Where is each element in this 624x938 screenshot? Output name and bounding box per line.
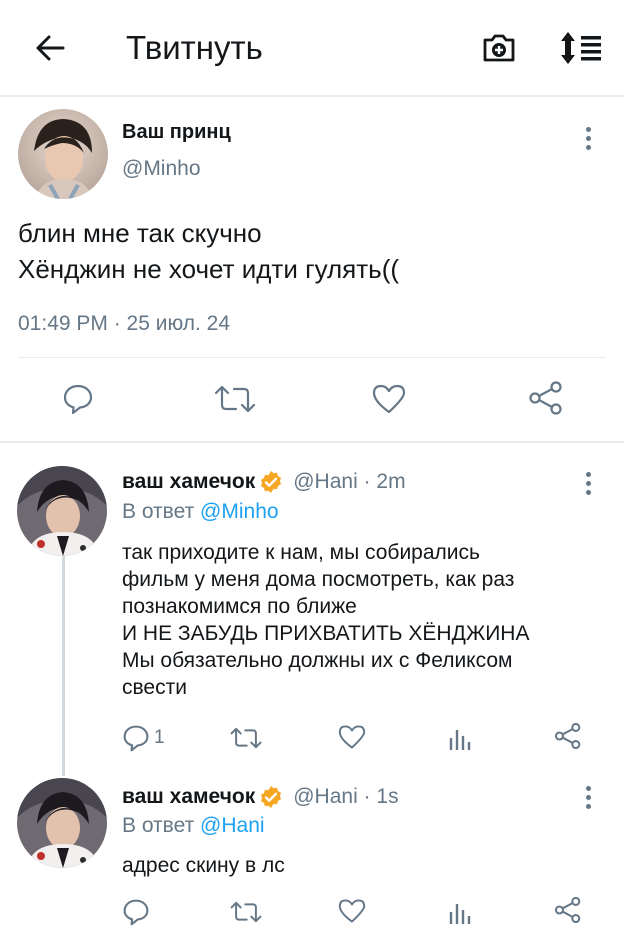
author-handle-time[interactable]: @Hani · 1s: [293, 785, 398, 809]
camera-button[interactable]: [478, 28, 520, 68]
author-name[interactable]: ваш хамечок: [122, 785, 255, 809]
tweet-text-line: познакомимся по ближе: [122, 595, 357, 618]
author-name[interactable]: ваш хамечок: [122, 470, 255, 494]
tweet-text-line: адрес скину в лс: [122, 854, 285, 877]
share-button[interactable]: [554, 896, 582, 924]
retweet-button[interactable]: [230, 727, 262, 749]
avatar[interactable]: [17, 778, 107, 868]
tweet-text-line: блин мне так скучно: [18, 218, 262, 248]
reply-prefix: В ответ: [122, 500, 195, 523]
like-icon: [338, 725, 366, 749]
more-options-icon[interactable]: [578, 123, 598, 153]
camera-plus-icon: [483, 34, 515, 62]
reply-context: В ответ @Hani: [122, 814, 265, 838]
tweet-text: блин мне так скучно Хёнджин не хочет идт…: [18, 215, 608, 287]
like-icon: [372, 384, 406, 414]
share-icon: [554, 722, 581, 750]
reply-header: ваш хамечок @Hani · 2m: [122, 470, 406, 494]
mention-link[interactable]: @Minho: [200, 500, 279, 523]
tweet-text: адрес скину в лс: [122, 852, 602, 879]
mention-link[interactable]: @Hani: [200, 814, 265, 837]
divider: [18, 357, 606, 358]
reply-button[interactable]: 1: [122, 724, 165, 752]
back-button[interactable]: [30, 28, 70, 68]
avatar[interactable]: [18, 109, 108, 199]
retweet-button[interactable]: [214, 385, 256, 413]
tweet-text-line: так приходите к нам, мы собирались: [122, 541, 480, 564]
analytics-button[interactable]: [448, 724, 472, 750]
analytics-icon: [449, 904, 471, 924]
analytics-button[interactable]: [448, 898, 472, 924]
retweet-icon: [230, 727, 262, 749]
top-app-bar: Твитнуть: [0, 0, 624, 97]
like-icon: [338, 899, 366, 923]
share-button[interactable]: [528, 381, 564, 415]
retweet-button[interactable]: [230, 901, 262, 923]
main-tweet[interactable]: Ваш принц @Minho блин мне так скучно Хён…: [0, 99, 624, 443]
author-handle-time[interactable]: @Hani · 2m: [293, 470, 405, 494]
share-icon: [529, 381, 562, 415]
tweet-text-line: Хёнджин не хочет идти гулять((: [18, 254, 400, 284]
share-button[interactable]: [554, 722, 582, 750]
analytics-icon: [449, 730, 471, 750]
reply-button[interactable]: [122, 898, 150, 926]
reply-icon: [123, 725, 149, 752]
author-handle[interactable]: @Minho: [122, 157, 201, 181]
thread-connector: [62, 556, 65, 776]
tweet-timestamp: 01:49 PM · 25 июл. 24: [18, 312, 231, 335]
reply-icon: [63, 384, 93, 415]
reply-context: В ответ @Minho: [122, 500, 279, 524]
more-options-icon[interactable]: [578, 468, 598, 498]
reply-icon: [123, 899, 149, 926]
like-button[interactable]: [338, 724, 366, 750]
sort-button[interactable]: [556, 26, 606, 70]
retweet-icon: [214, 385, 256, 413]
like-button[interactable]: [338, 898, 366, 924]
tweet-text: так приходите к нам, мы собирались фильм…: [122, 539, 602, 701]
like-button[interactable]: [372, 383, 406, 415]
reply-button[interactable]: [62, 383, 94, 415]
verified-badge-icon: [259, 785, 283, 809]
arrow-left-icon: [36, 35, 65, 61]
avatar[interactable]: [17, 466, 107, 556]
reply-header: ваш хамечок @Hani · 1s: [122, 785, 399, 809]
tweet-text-line: И НЕ ЗАБУДЬ ПРИХВАТИТЬ ХЁНДЖИНА: [122, 622, 530, 645]
share-icon: [554, 896, 581, 924]
author-name[interactable]: Ваш принц: [122, 121, 231, 144]
page-title: Твитнуть: [126, 29, 263, 66]
verified-badge-icon: [259, 470, 283, 494]
tweet-text-line: свести: [122, 676, 187, 699]
reply-count: 1: [154, 727, 165, 748]
reply-prefix: В ответ: [122, 814, 195, 837]
sort-list-icon: [561, 32, 601, 64]
tweet-text-line: фильм у меня дома посмотреть, как раз: [122, 568, 515, 591]
retweet-icon: [230, 901, 262, 923]
more-options-icon[interactable]: [578, 782, 598, 812]
tweet-text-line: Мы обязательно должны их с Феликсом: [122, 649, 513, 672]
